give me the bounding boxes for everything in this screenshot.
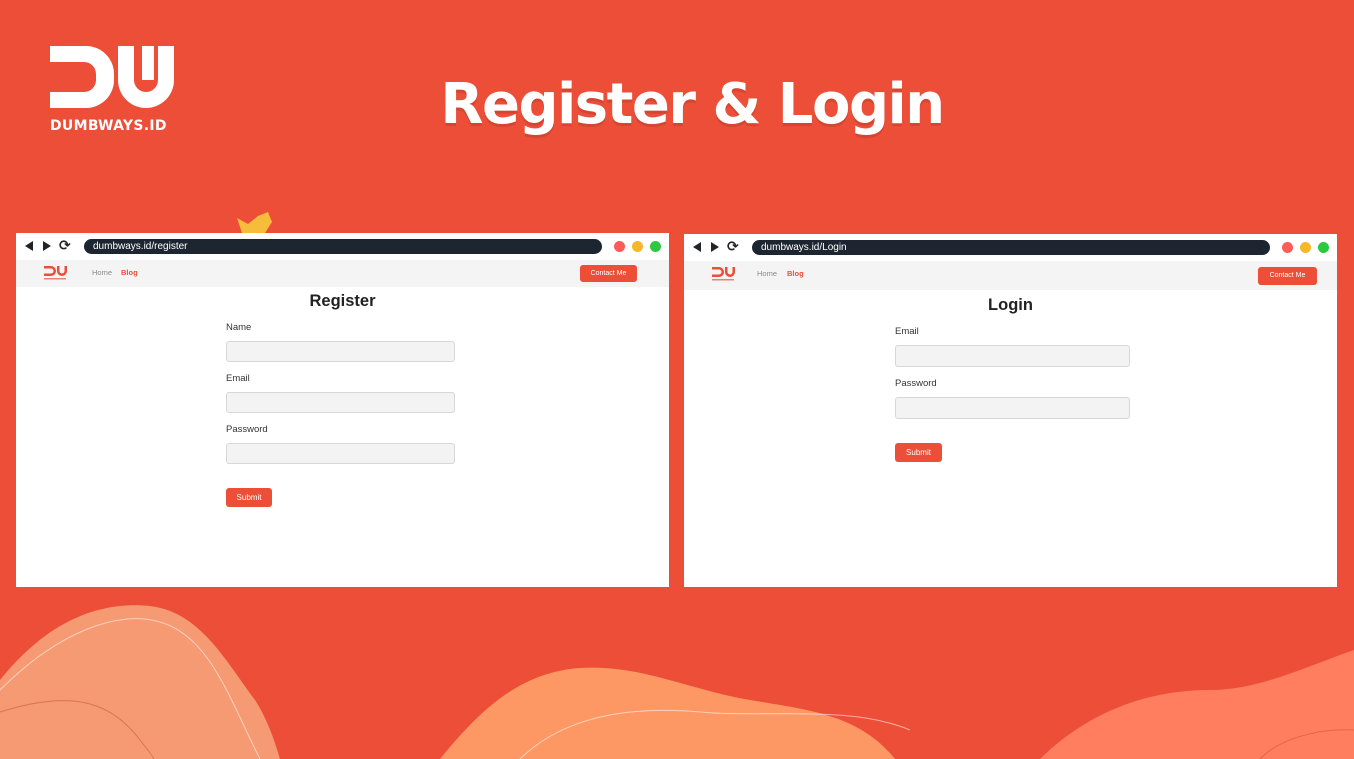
email-label: Email (226, 373, 250, 384)
register-title: Register (309, 292, 376, 310)
address-bar[interactable]: dumbways.id/register (84, 239, 602, 254)
email-label: Email (895, 326, 919, 337)
email-input[interactable] (895, 345, 1130, 367)
contact-me-button[interactable]: Contact Me (580, 265, 637, 282)
nav-link-blog[interactable]: Blog (121, 268, 138, 277)
name-label: Name (226, 322, 252, 333)
nav-link-blog[interactable]: Blog (787, 269, 804, 278)
right-blob (1040, 650, 1354, 759)
window-maximize-dot[interactable] (1318, 242, 1329, 253)
window-maximize-dot[interactable] (650, 241, 661, 252)
window-minimize-dot[interactable] (632, 241, 643, 252)
login-browser-window: ⟳ dumbways.id/Login Home Blog Contact Me… (684, 234, 1337, 587)
window-close-dot[interactable] (614, 241, 625, 252)
contact-me-button[interactable]: Contact Me (1258, 267, 1317, 285)
site-navbar: Home Blog Contact Me (16, 260, 669, 287)
star-icon (237, 212, 272, 233)
forward-arrow-icon[interactable] (711, 242, 719, 252)
left-blob (0, 605, 280, 759)
register-browser-window: ⟳ dumbways.id/register Home Blog Contact… (16, 233, 669, 587)
browser-toolbar: ⟳ dumbways.id/register (16, 233, 669, 260)
center-blob (440, 667, 895, 759)
window-minimize-dot[interactable] (1300, 242, 1311, 253)
window-close-dot[interactable] (1282, 242, 1293, 253)
submit-button[interactable]: Submit (895, 443, 942, 462)
password-input[interactable] (226, 443, 455, 464)
site-logo[interactable] (43, 265, 67, 281)
forward-arrow-icon[interactable] (43, 241, 51, 251)
password-label: Password (895, 378, 937, 389)
address-bar[interactable]: dumbways.id/Login (752, 240, 1270, 255)
login-title: Login (988, 296, 1033, 314)
submit-button[interactable]: Submit (226, 488, 272, 507)
browser-toolbar: ⟳ dumbways.id/Login (684, 234, 1337, 261)
nav-link-home[interactable]: Home (92, 268, 112, 277)
refresh-icon[interactable]: ⟳ (727, 240, 739, 254)
password-label: Password (226, 424, 268, 435)
site-navbar: Home Blog Contact Me (684, 261, 1337, 290)
refresh-icon[interactable]: ⟳ (59, 239, 71, 253)
slide-title: Register & Login (440, 72, 945, 137)
back-arrow-icon[interactable] (693, 242, 701, 252)
name-input[interactable] (226, 341, 455, 362)
site-logo[interactable] (711, 266, 735, 282)
email-input[interactable] (226, 392, 455, 413)
back-arrow-icon[interactable] (25, 241, 33, 251)
password-input[interactable] (895, 397, 1130, 419)
nav-link-home[interactable]: Home (757, 269, 777, 278)
